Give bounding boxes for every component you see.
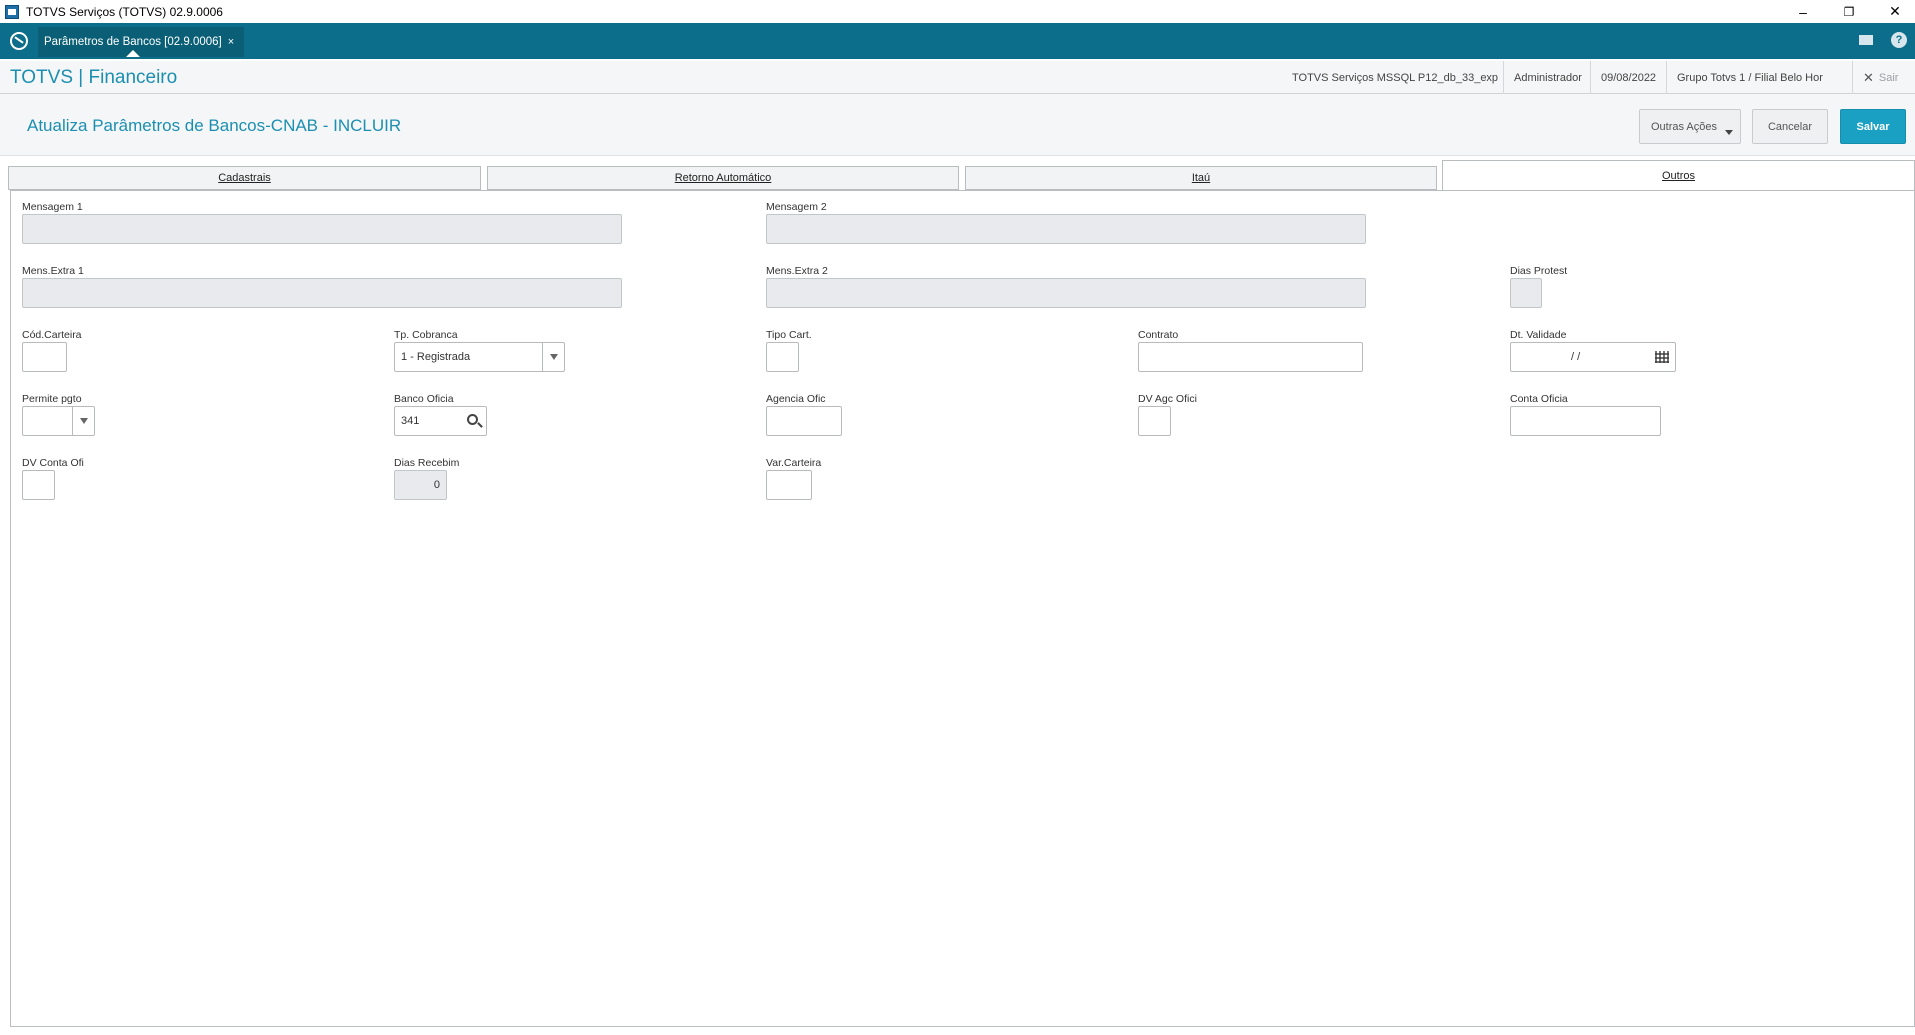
cod-carteira-input[interactable] xyxy=(22,342,67,372)
var-carteira-input[interactable] xyxy=(766,470,812,500)
dropdown-arrow-icon[interactable] xyxy=(72,407,94,435)
user-info: Administrador xyxy=(1503,61,1592,94)
module-brand: TOTVS | Financeiro xyxy=(10,67,178,88)
label-mens-extra1: Mens.Extra 1 xyxy=(22,265,84,277)
home-icon[interactable] xyxy=(10,32,28,50)
close-tab-icon[interactable]: × xyxy=(228,36,234,48)
branch-info: Grupo Totvs 1 / Filial Belo Hor xyxy=(1666,61,1833,94)
label-dias-recebim: Dias Recebim xyxy=(394,457,460,469)
active-tab-pointer xyxy=(126,50,140,57)
dropdown-arrow-icon[interactable] xyxy=(542,343,564,371)
page-header: Atualiza Parâmetros de Bancos-CNAB - INC… xyxy=(0,94,1915,156)
close-icon: ✕ xyxy=(1863,69,1874,85)
environment-info: TOTVS Serviços MSSQL P12_db_33_exp xyxy=(1292,71,1499,84)
label-contrato: Contrato xyxy=(1138,329,1179,341)
save-button[interactable]: Salvar xyxy=(1840,109,1906,144)
permite-pgto-select[interactable] xyxy=(22,406,95,436)
cancel-button[interactable]: Cancelar xyxy=(1752,109,1828,144)
date-info: 09/08/2022 xyxy=(1590,61,1666,94)
label-tp-cobranca: Tp. Cobranca xyxy=(394,329,458,341)
contrato-input[interactable] xyxy=(1138,342,1363,372)
exit-label: Sair xyxy=(1878,71,1899,84)
dt-validade-value: / / xyxy=(1571,351,1581,363)
dv-agc-ofici-input[interactable] xyxy=(1138,406,1171,436)
tp-cobranca-value: 1 - Registrada xyxy=(401,351,471,363)
label-dt-validade: Dt. Validade xyxy=(1510,329,1567,341)
dias-protest-input[interactable] xyxy=(1510,278,1542,308)
tab-label: Parâmetros de Bancos [02.9.0006] xyxy=(44,36,222,48)
mensagem2-input[interactable] xyxy=(766,214,1366,244)
mensagem1-input[interactable] xyxy=(22,214,622,244)
dt-validade-input[interactable]: / / xyxy=(1510,342,1676,372)
tab-outros[interactable]: Outros xyxy=(1442,160,1915,191)
tipo-cart-input[interactable] xyxy=(766,342,799,372)
help-icon[interactable]: ? xyxy=(1891,32,1907,48)
tab-itau[interactable]: Itaú xyxy=(965,166,1437,190)
chevron-down-icon xyxy=(1725,130,1733,135)
window-title: TOTVS Serviços (TOTVS) 02.9.0006 xyxy=(26,4,223,19)
tab-retorno-automatico[interactable]: Retorno Automático xyxy=(487,166,959,190)
minimize-button[interactable]: – xyxy=(1780,0,1826,23)
label-var-carteira: Var.Carteira xyxy=(766,457,822,469)
agencia-ofic-input[interactable] xyxy=(766,406,842,436)
label-mensagem2: Mensagem 2 xyxy=(766,201,827,213)
tab-cadastrais[interactable]: Cadastrais xyxy=(8,166,481,190)
exit-button[interactable]: ✕ Sair xyxy=(1852,61,1908,94)
label-mensagem1: Mensagem 1 xyxy=(22,201,83,213)
label-permite-pgto: Permite pgto xyxy=(22,393,82,405)
other-actions-button[interactable]: Outras Ações xyxy=(1639,109,1741,144)
label-conta-oficia: Conta Oficia xyxy=(1510,393,1568,405)
form-panel: Mensagem 1 Mensagem 2 Mens.Extra 1 Mens.… xyxy=(10,190,1915,1027)
app-header: TOTVS | Financeiro TOTVS Serviços MSSQL … xyxy=(0,59,1915,94)
dv-conta-ofi-input[interactable] xyxy=(22,470,55,500)
label-agencia-ofic: Agencia Ofic xyxy=(766,393,826,405)
dias-recebim-input[interactable]: 0 xyxy=(394,470,447,500)
tp-cobranca-select[interactable]: 1 - Registrada xyxy=(394,342,565,372)
program-tab-bar: Parâmetros de Bancos [02.9.0006] × ? xyxy=(0,23,1915,59)
label-dv-agc-ofici: DV Agc Ofici xyxy=(1138,393,1197,405)
app-icon xyxy=(5,4,19,19)
tab-parametros-bancos[interactable]: Parâmetros de Bancos [02.9.0006] × xyxy=(38,27,245,57)
label-dv-conta-ofi: DV Conta Ofi xyxy=(22,457,84,469)
banco-oficia-input[interactable]: 341 xyxy=(394,406,487,436)
close-window-button[interactable]: ✕ xyxy=(1872,0,1915,23)
label-dias-protest: Dias Protest xyxy=(1510,265,1568,277)
window-title-bar: TOTVS Serviços (TOTVS) 02.9.0006 – ❐ ✕ xyxy=(0,0,1915,23)
banco-oficia-value: 341 xyxy=(401,415,420,427)
page-title: Atualiza Parâmetros de Bancos-CNAB - INC… xyxy=(27,116,402,135)
label-cod-carteira: Cód.Carteira xyxy=(22,329,82,341)
search-icon[interactable] xyxy=(467,414,478,425)
conta-oficia-input[interactable] xyxy=(1510,406,1661,436)
mens-extra2-input[interactable] xyxy=(766,278,1366,308)
mens-extra1-input[interactable] xyxy=(22,278,622,308)
label-banco-oficia: Banco Oficia xyxy=(394,393,454,405)
other-actions-label: Outras Ações xyxy=(1650,120,1718,133)
mail-icon[interactable] xyxy=(1859,35,1873,45)
restore-button[interactable]: ❐ xyxy=(1826,0,1872,23)
label-mens-extra2: Mens.Extra 2 xyxy=(766,265,828,277)
calendar-icon[interactable] xyxy=(1655,351,1669,363)
label-tipo-cart: Tipo Cart. xyxy=(766,329,812,341)
